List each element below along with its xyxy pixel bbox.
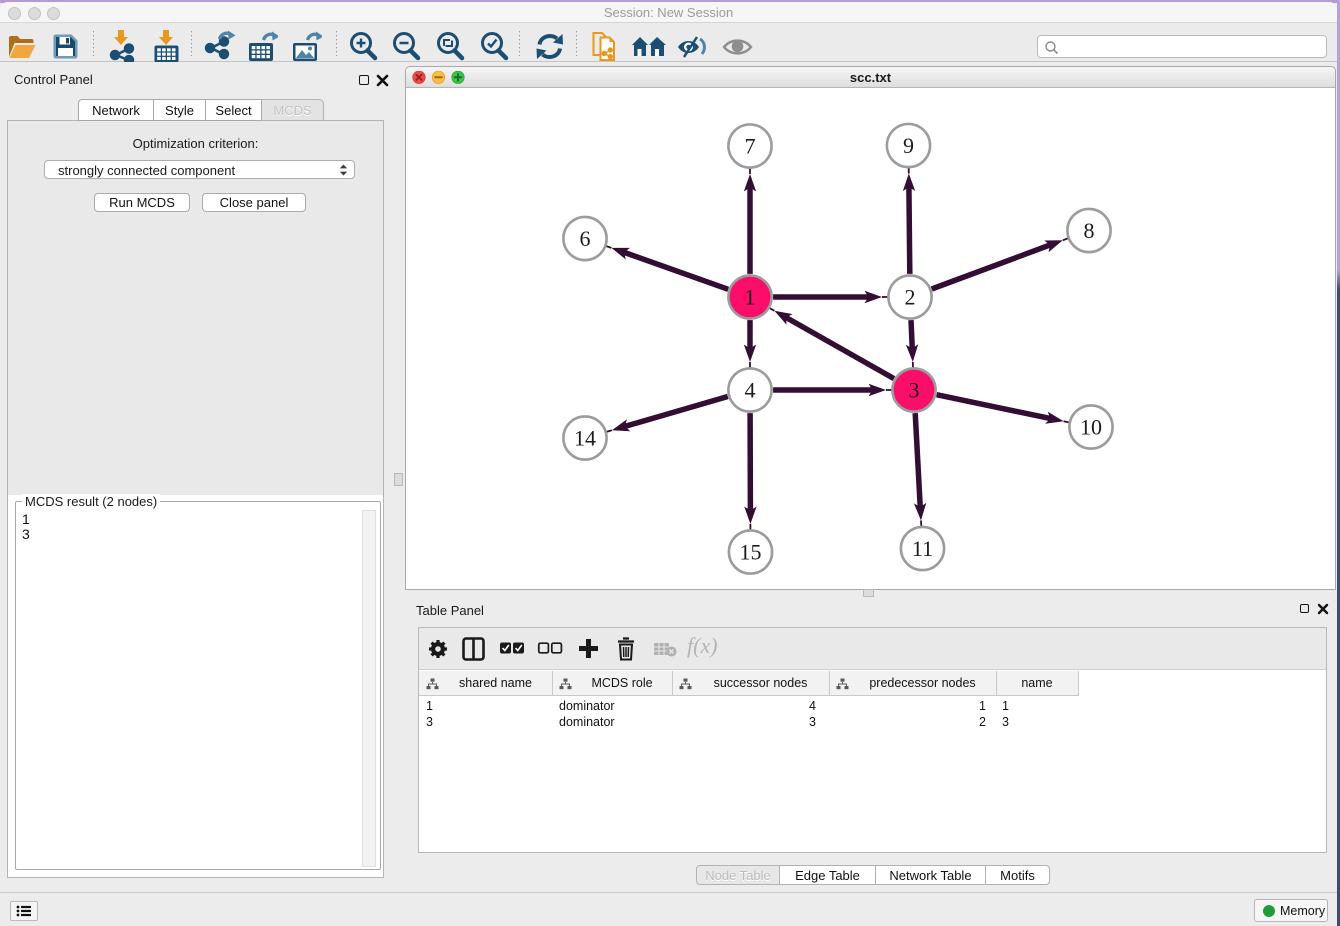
svg-text:6: 6	[580, 226, 591, 251]
svg-text:3: 3	[909, 378, 920, 403]
svg-text:10: 10	[1080, 415, 1102, 440]
svg-text:11: 11	[912, 536, 933, 561]
svg-text:4: 4	[745, 378, 756, 403]
svg-text:8: 8	[1084, 218, 1095, 243]
svg-text:15: 15	[740, 540, 762, 565]
svg-text:1: 1	[745, 285, 756, 310]
svg-text:7: 7	[745, 134, 756, 159]
svg-text:14: 14	[574, 426, 596, 451]
svg-text:2: 2	[905, 285, 916, 310]
svg-text:9: 9	[903, 133, 914, 158]
